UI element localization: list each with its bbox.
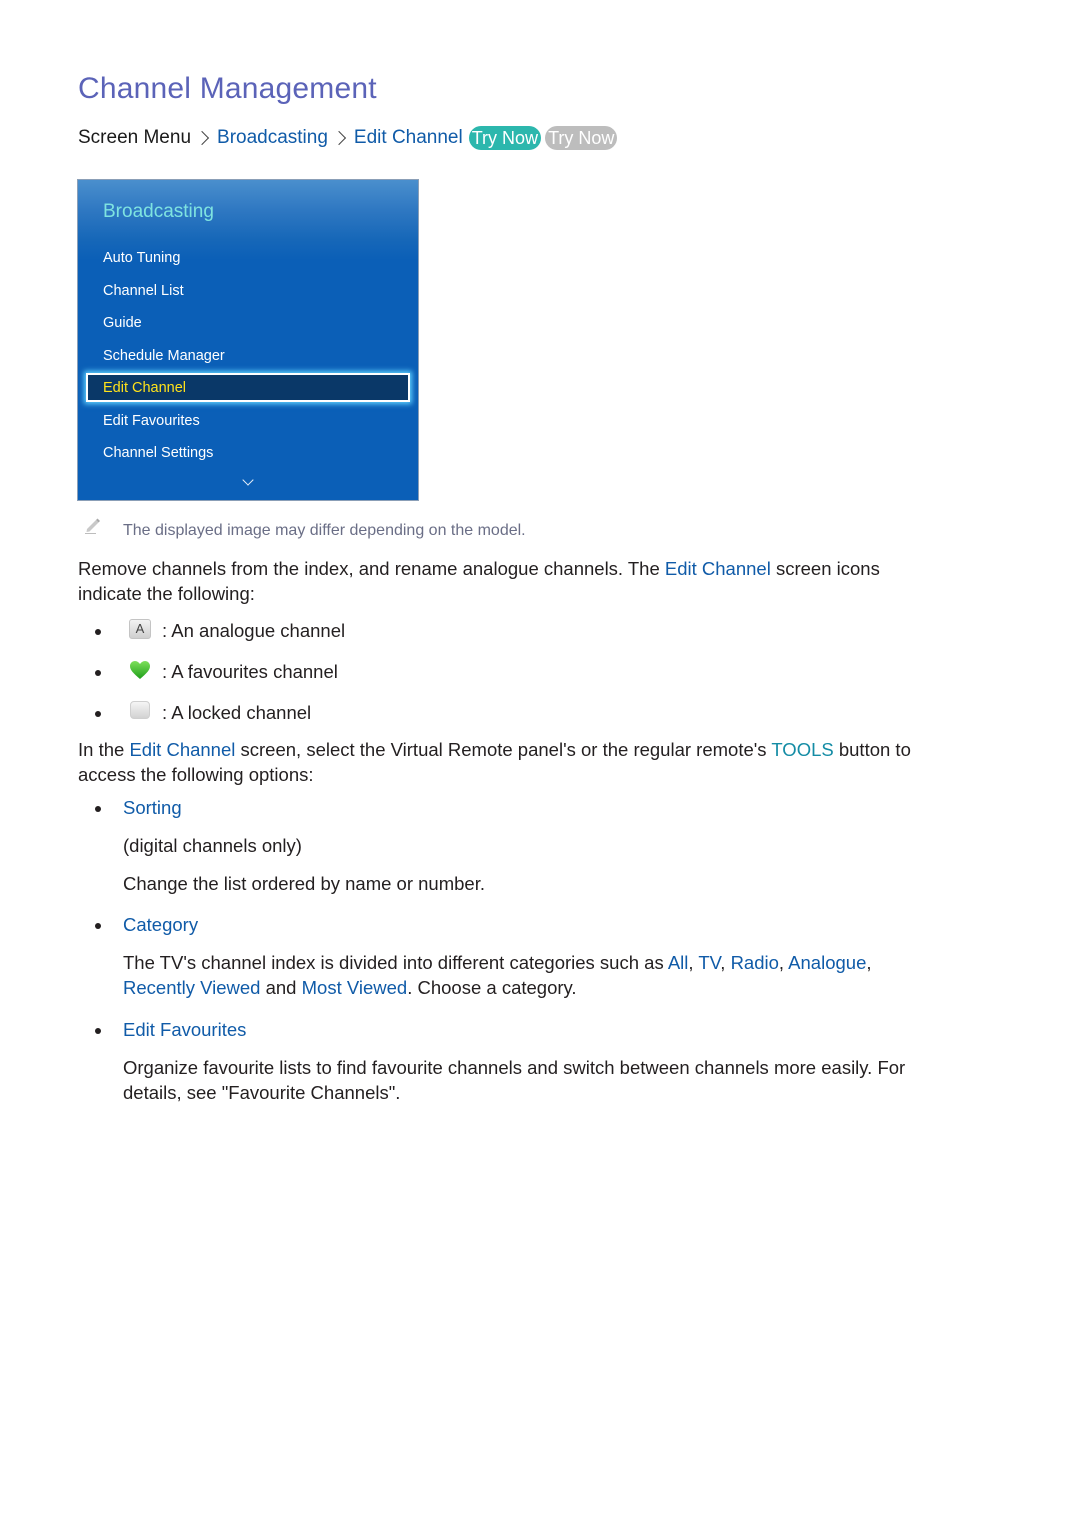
option-sorting-desc: Change the list ordered by name or numbe… [123,873,485,894]
chevron-down-icon [242,474,254,486]
bullet [95,711,101,717]
try-now-button-disabled[interactable]: Try Now [545,126,618,150]
intro-paragraph: Remove channels from the index, and rena… [78,556,880,606]
option-edit-favourites-title: Edit Favourites [123,1019,247,1040]
menu-header: Broadcasting [103,201,214,222]
favourites-text: Organize favourite lists to find favouri… [123,1057,906,1078]
edit-channel-term: Edit Channel [664,558,771,579]
pencil-icon [85,518,100,534]
model-note: The displayed image may differ depending… [123,522,526,539]
analogue-icon: A [129,619,151,639]
menu-item-channel-settings: Channel Settings [103,445,214,461]
favourites-text: details, see "Favourite Channels". [123,1082,401,1103]
bullet [95,806,101,812]
comma: , [720,952,731,973]
menu-item-channel-list: Channel List [103,283,184,299]
menu-item-edit-favourites: Edit Favourites [103,413,200,429]
breadcrumb-root: Screen Menu [78,127,192,148]
chevron-right-icon [194,130,210,146]
category-most-viewed: Most Viewed [301,977,408,998]
option-category-desc: The TV's channel index is divided into d… [123,950,983,1000]
heart-icon [130,661,150,679]
chevron-right-icon [331,130,346,146]
bullet [95,670,101,676]
menu-item-label: Edit Channel [103,380,187,396]
page-title: Channel Management [78,72,377,105]
tools-text: In the [78,739,130,760]
intro-text: indicate the following: [78,583,255,604]
legend-analogue: : An analogue channel [162,620,346,641]
option-edit-favourites-desc: Organize favourite lists to find favouri… [123,1055,1003,1105]
intro-text: screen icons [770,558,880,579]
bullet [95,629,101,635]
menu-item-auto-tuning: Auto Tuning [103,250,181,266]
option-sorting-note: (digital channels only) [123,835,302,856]
tools-text: button to [833,739,911,760]
breadcrumb-broadcasting[interactable]: Broadcasting [217,127,328,149]
comma: , [688,952,699,973]
category-analogue: Analogue [788,952,867,973]
option-sorting-title: Sorting [123,797,182,818]
breadcrumb-edit-channel[interactable]: Edit Channel [354,127,463,149]
category-all: All [667,952,689,973]
edit-channel-term: Edit Channel [129,739,236,760]
category-radio: Radio [730,952,779,973]
legend-favourites: : A favourites channel [162,661,338,682]
category-text: The TV's channel index is divided into d… [123,952,668,973]
try-now-button[interactable]: Try Now [468,126,542,150]
lock-icon [130,701,150,719]
option-category-title: Category [123,914,199,935]
tools-term: TOOLS [771,739,834,760]
tools-text: access the following options: [78,764,314,785]
breadcrumb: Screen Menu Broadcasting Edit Channel Tr… [78,126,618,150]
menu-item-edit-channel-selected: Edit Channel [86,373,410,402]
intro-text: Remove channels from the index, and rena… [78,558,665,579]
menu-item-guide: Guide [103,315,142,331]
comma: , [778,952,789,973]
category-text: . Choose a category. [407,977,577,998]
menu-item-schedule-manager: Schedule Manager [103,348,225,364]
bullet [95,923,101,929]
tools-text: screen, select the Virtual Remote panel'… [235,739,772,760]
bullet [95,1028,101,1034]
legend-locked: : A locked channel [162,702,312,723]
tools-paragraph: In the Edit Channel screen, select the V… [78,737,911,787]
broadcasting-menu-image: Broadcasting Auto Tuning Channel List Gu… [77,179,419,501]
comma: , [866,952,872,973]
category-recently-viewed: Recently Viewed [123,977,261,998]
category-tv: TV [698,952,721,973]
category-text: and [260,977,302,998]
